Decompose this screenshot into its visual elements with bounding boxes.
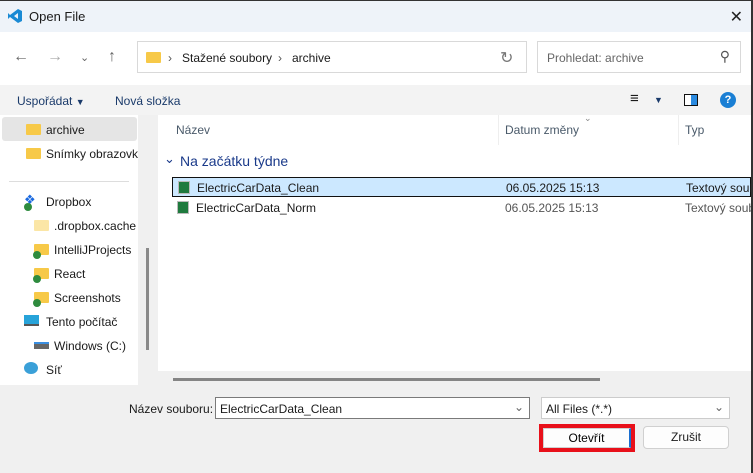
network-icon (24, 362, 38, 374)
back-icon[interactable]: ← (13, 48, 29, 66)
sidebar-item-label: Windows (C:) (54, 339, 127, 353)
sidebar-item-label: Snímky obrazovky (46, 147, 138, 161)
view-list-icon[interactable]: ≡ (630, 90, 639, 107)
excel-file-icon (178, 181, 190, 194)
help-icon[interactable]: ? (720, 92, 736, 108)
new-folder-button[interactable]: Nová složka (115, 94, 180, 108)
sidebar-item-label: archive (46, 123, 85, 137)
sidebar-item-this-pc[interactable]: Tento počítač (2, 309, 137, 333)
divider (498, 115, 499, 145)
column-header-date[interactable]: Datum změny (505, 123, 579, 137)
file-row[interactable]: ElectricCarData_Norm 06.05.2025 15:13 Te… (172, 198, 751, 218)
horizontal-scrollbar[interactable] (173, 378, 600, 381)
folder-icon (26, 148, 41, 159)
open-button[interactable]: Otevřít (543, 428, 631, 448)
breadcrumb-item[interactable]: archive (292, 51, 331, 65)
chevron-right-icon: › (168, 51, 172, 65)
sidebar-item-react[interactable]: React (2, 261, 137, 285)
sync-check-icon (33, 275, 41, 283)
file-name: ElectricCarData_Clean (197, 181, 320, 195)
search-placeholder: Prohledat: archive (547, 51, 644, 65)
sidebar-item-label: Síť (46, 363, 62, 377)
forward-icon[interactable]: → (47, 48, 63, 66)
sidebar-item-label: Tento počítač (46, 315, 118, 329)
address-bar[interactable]: › Stažené soubory › archive ↻ (137, 41, 527, 73)
sync-check-icon (33, 251, 41, 259)
sidebar-item-network[interactable]: Síť (2, 357, 137, 381)
cancel-button[interactable]: Zrušit (643, 426, 729, 449)
sidebar-item-intellijprojects[interactable]: IntelliJProjects (2, 237, 137, 261)
organize-button[interactable]: Uspořádat ▼ (17, 94, 85, 108)
navigation-pane: archive Snímky obrazovky ❖ Dropbox .dropb… (0, 115, 138, 385)
toolbar: Uspořádat ▼ Nová složka ≡ ▼ ? (0, 85, 751, 115)
sync-check-icon (33, 299, 41, 307)
folder-icon (146, 52, 161, 63)
sidebar-item-label: IntelliJProjects (54, 243, 132, 257)
close-icon[interactable]: ✕ (730, 7, 743, 27)
navigation-bar: ← → ⌄ ↑ › Stažené soubory › archive ↻ Pr… (0, 32, 751, 85)
up-icon[interactable]: ↑ (108, 48, 116, 66)
sidebar-item-screenshots[interactable]: Screenshots (2, 285, 137, 309)
file-type: Textový soubor (685, 201, 751, 215)
filename-label: Název souboru: (129, 402, 214, 416)
organize-label: Uspořádat (17, 94, 73, 108)
sidebar-item-screenshots-cz[interactable]: Snímky obrazovky (2, 141, 138, 165)
file-row[interactable]: ElectricCarData_Clean 06.05.2025 15:13 T… (172, 177, 753, 197)
caret-down-icon: ▼ (75, 97, 85, 107)
sidebar-scrollbar[interactable] (146, 248, 149, 350)
search-icon: ⚲ (719, 48, 730, 64)
chevron-right-icon: › (278, 51, 282, 65)
divider (9, 181, 129, 182)
sidebar-item-label: React (54, 267, 86, 281)
sort-chevron-icon: ⌄ (584, 113, 592, 123)
recent-chevron-icon[interactable]: ⌄ (80, 51, 89, 64)
divider (678, 115, 679, 145)
breadcrumb-item[interactable]: Stažené soubory (182, 51, 272, 65)
folder-icon (34, 220, 49, 231)
sync-check-icon (24, 203, 32, 211)
folder-icon (26, 124, 41, 135)
column-header-name[interactable]: Název (176, 123, 210, 137)
vscode-icon (8, 9, 22, 23)
search-input[interactable]: Prohledat: archive ⚲ (537, 41, 741, 73)
file-name: ElectricCarData_Norm (196, 201, 317, 215)
file-type: Textový soubor (686, 181, 753, 195)
group-header[interactable]: Na začátku týdne (180, 153, 288, 169)
file-type-select[interactable]: All Files (*.*) ⌄ (541, 397, 730, 419)
sidebar-item-label: Screenshots (54, 291, 121, 305)
sidebar-item-windows-c[interactable]: Windows (C:) (2, 333, 137, 357)
group-chevron-icon[interactable]: ⌄ (164, 151, 175, 167)
refresh-icon[interactable]: ↻ (500, 48, 513, 68)
window-title: Open File (29, 9, 86, 24)
column-header-type[interactable]: Typ (685, 123, 704, 137)
chevron-down-icon[interactable]: ⌄ (514, 400, 524, 414)
sidebar-item-dropbox[interactable]: ❖ Dropbox (2, 189, 137, 213)
sidebar-item-label: .dropbox.cache (54, 219, 137, 233)
filename-input[interactable]: ElectricCarData_Clean ⌄ (215, 397, 530, 419)
sidebar-item-archive[interactable]: archive (2, 117, 137, 141)
sidebar-item-label: Dropbox (46, 195, 92, 209)
view-dropdown-icon[interactable]: ▼ (654, 95, 663, 105)
excel-file-icon (177, 201, 189, 214)
filename-value: ElectricCarData_Clean (220, 402, 343, 416)
file-type-value: All Files (*.*) (546, 402, 613, 416)
file-date: 06.05.2025 15:13 (506, 181, 600, 195)
file-date: 06.05.2025 15:13 (505, 201, 599, 215)
sidebar-item-dropbox-cache[interactable]: .dropbox.cache (2, 213, 137, 237)
title-bar: Open File ✕ (0, 0, 753, 32)
chevron-down-icon[interactable]: ⌄ (714, 400, 724, 414)
computer-icon (24, 315, 39, 326)
drive-icon (34, 342, 49, 349)
preview-pane-icon[interactable] (684, 94, 698, 106)
file-list: Název Datum změny ⌄ Typ ⌄ Na začátku týd… (158, 113, 753, 371)
